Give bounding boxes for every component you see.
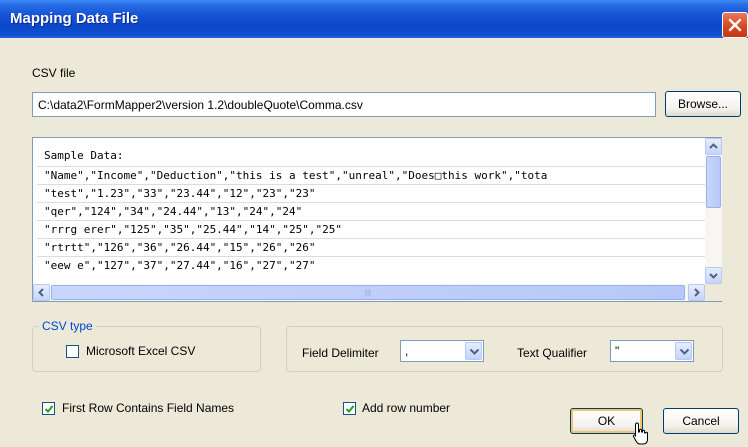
close-icon bbox=[728, 18, 742, 32]
first-row-field-names-checkbox[interactable] bbox=[42, 402, 55, 415]
mapping-dialog: Mapping Data File CSV file C:\data2\Form… bbox=[0, 0, 748, 447]
hand-cursor-icon bbox=[632, 422, 648, 445]
text-qualifier-label: Text Qualifier bbox=[517, 346, 588, 360]
close-button[interactable] bbox=[722, 12, 748, 38]
cancel-button[interactable]: Cancel bbox=[663, 408, 739, 434]
excel-csv-label: Microsoft Excel CSV bbox=[86, 344, 196, 358]
field-delimiter-select[interactable]: , bbox=[400, 340, 484, 362]
text-qualifier-value: " bbox=[615, 344, 620, 358]
scroll-right-button[interactable] bbox=[688, 284, 705, 301]
chevron-down-icon bbox=[709, 273, 718, 279]
vertical-scroll-thumb[interactable] bbox=[706, 156, 721, 208]
excel-csv-checkbox[interactable] bbox=[66, 345, 79, 358]
vertical-scrollbar[interactable] bbox=[705, 138, 722, 284]
browse-button[interactable]: Browse... bbox=[665, 91, 741, 117]
field-delimiter-dropdown-button[interactable] bbox=[465, 342, 482, 360]
text-qualifier-select[interactable]: " bbox=[610, 340, 694, 362]
chevron-up-icon bbox=[709, 143, 718, 149]
add-row-number-label: Add row number bbox=[362, 401, 451, 415]
scroll-up-button[interactable] bbox=[705, 138, 722, 155]
csv-type-group-label: CSV type bbox=[39, 319, 96, 333]
title-bar: Mapping Data File bbox=[0, 0, 748, 38]
chevron-down-icon bbox=[679, 348, 690, 355]
scroll-down-button[interactable] bbox=[705, 267, 722, 284]
csv-file-label: CSV file bbox=[32, 66, 76, 80]
checkmark-icon bbox=[44, 405, 54, 413]
field-delimiter-value: , bbox=[405, 344, 409, 358]
table-row: "rrrg erer","125","35","25.44","14","25"… bbox=[37, 220, 705, 237]
first-row-field-names-label: First Row Contains Field Names bbox=[62, 401, 235, 415]
table-row: "eew e","127","37","27.44","16","27","27… bbox=[37, 256, 705, 273]
csv-path-field[interactable]: C:\data2\FormMapper2\version 1.2\doubleQ… bbox=[32, 92, 656, 117]
add-row-number-checkbox[interactable] bbox=[343, 402, 356, 415]
table-row: "qer","124","34","24.44","13","24","24" bbox=[37, 202, 705, 219]
field-delimiter-label: Field Delimiter bbox=[302, 346, 379, 360]
chevron-down-icon bbox=[469, 348, 480, 355]
chevron-left-icon bbox=[38, 288, 44, 297]
table-row: "rtrtt","126","36","26.44","15","26","26… bbox=[37, 238, 705, 255]
checkmark-icon bbox=[345, 405, 355, 413]
text-qualifier-dropdown-button[interactable] bbox=[675, 342, 692, 360]
scroll-corner bbox=[705, 284, 722, 301]
horizontal-scroll-thumb[interactable]: ||| bbox=[51, 285, 685, 300]
sample-data-header: Sample Data: bbox=[44, 149, 124, 162]
window-title: Mapping Data File bbox=[10, 10, 139, 27]
table-row: "test","1.23","33","23.44","12","23","23… bbox=[37, 184, 705, 201]
cancel-button-label: Cancel bbox=[682, 414, 720, 428]
sample-data-content: Sample Data: "Name","Income","Deduction"… bbox=[33, 138, 705, 284]
scroll-grip: ||| bbox=[364, 288, 372, 297]
scroll-left-button[interactable] bbox=[33, 284, 50, 301]
chevron-right-icon bbox=[694, 288, 700, 297]
table-row: "Name","Income","Deduction","this is a t… bbox=[37, 166, 705, 183]
sample-data-panel[interactable]: Sample Data: "Name","Income","Deduction"… bbox=[32, 137, 722, 302]
csv-path-value: C:\data2\FormMapper2\version 1.2\doubleQ… bbox=[38, 98, 363, 112]
browse-button-label: Browse... bbox=[677, 97, 728, 111]
horizontal-scrollbar[interactable]: ||| bbox=[33, 284, 705, 301]
